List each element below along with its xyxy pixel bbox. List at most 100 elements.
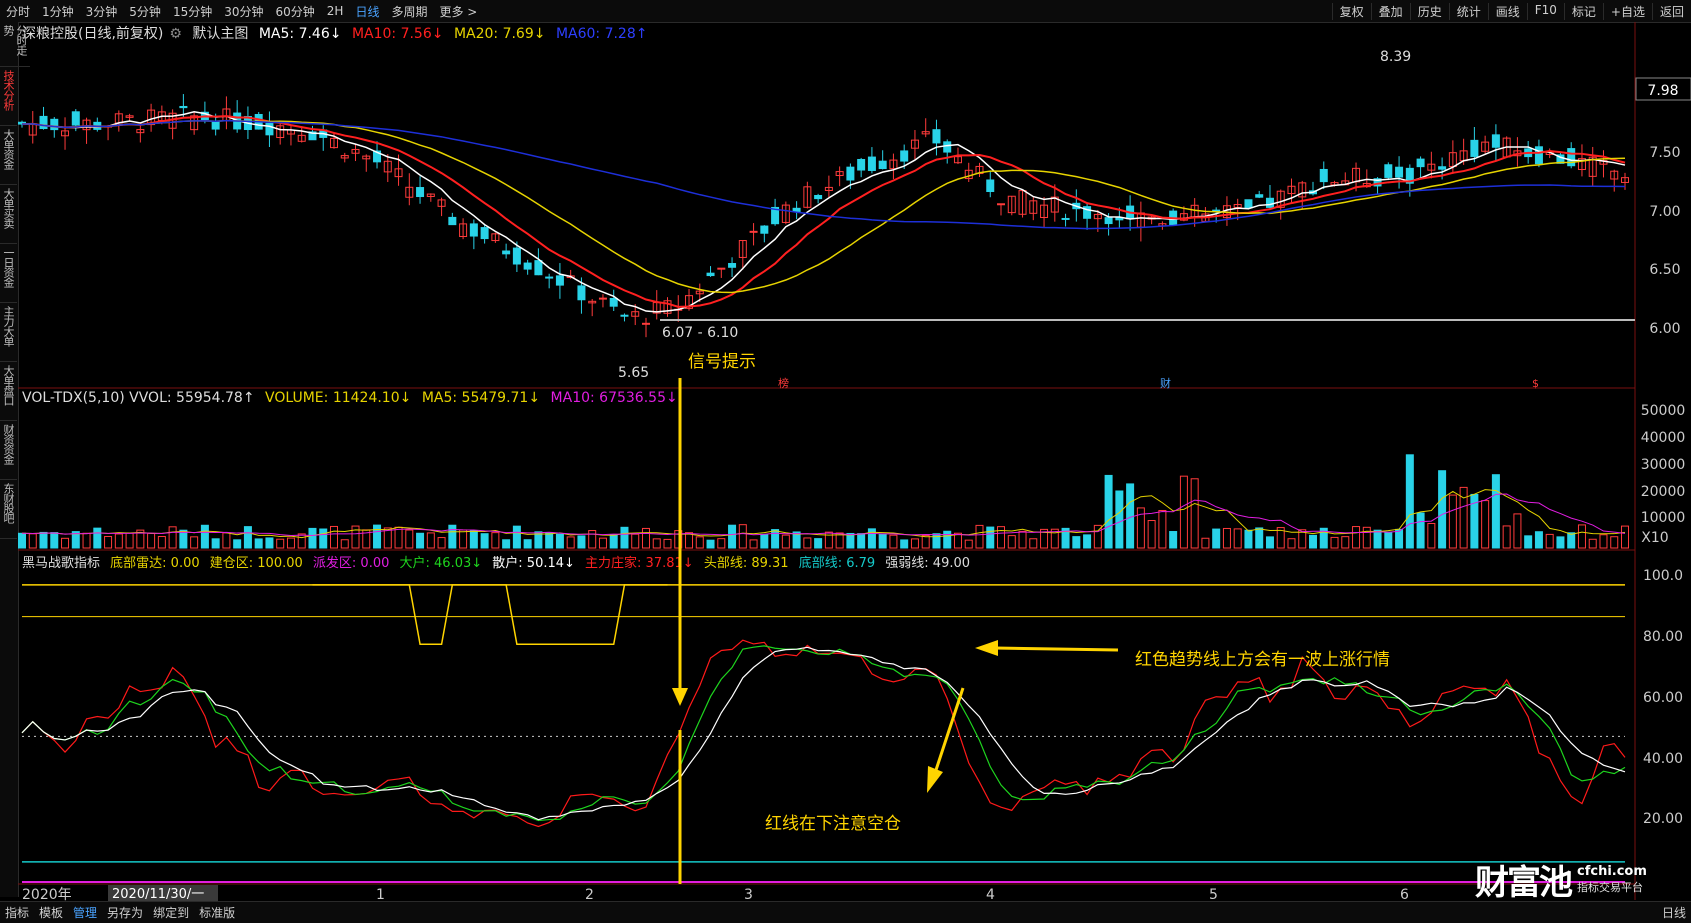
volume-bar [878, 533, 887, 549]
candle [706, 272, 715, 277]
candle [1491, 134, 1500, 148]
price-tick: 7.00 [1649, 204, 1680, 220]
candle [792, 207, 801, 212]
volume-bar [857, 533, 866, 549]
candle [1384, 164, 1393, 178]
volume-bar [1556, 536, 1565, 549]
candle [1470, 139, 1479, 157]
candle [749, 230, 758, 233]
price-axis: 7.50 7.00 6.50 6.00 7.98 [1635, 77, 1691, 337]
volume-bar [1029, 538, 1038, 549]
volume-bar [1147, 520, 1156, 549]
volume-bar [749, 539, 758, 549]
volume-bar [1534, 531, 1543, 549]
candle [179, 105, 188, 109]
volume-bar [276, 538, 285, 549]
candle [512, 247, 521, 265]
chart-canvas[interactable]: 7.50 7.00 6.50 6.00 7.98 50000 40000 300… [0, 0, 1691, 922]
candle [1395, 166, 1404, 178]
volume-bar [104, 535, 113, 549]
volume-bar [771, 529, 780, 549]
tab-indicator[interactable]: 指标 [0, 904, 34, 921]
volume-bar [480, 533, 489, 549]
tab-bind[interactable]: 绑定到 [148, 904, 194, 921]
volume-bar [426, 532, 435, 549]
volume-bar [405, 529, 414, 549]
cursor-date: 2020/11/30/一 [112, 887, 204, 902]
volume-bar [222, 532, 231, 549]
volume-bar [932, 533, 941, 549]
volume-bar [706, 539, 715, 549]
candle [609, 297, 618, 307]
volume-bar [1373, 529, 1382, 549]
volume-bar [1427, 522, 1436, 549]
tab-saveas[interactable]: 另存为 [102, 904, 148, 921]
volume-bar [1513, 513, 1522, 549]
volume-bar [297, 533, 306, 549]
volume-bar [1233, 528, 1242, 549]
candle [717, 267, 726, 270]
volume-bar [1599, 534, 1608, 549]
volume-bar [986, 526, 995, 549]
candle [620, 314, 629, 317]
volume-bar [82, 532, 91, 549]
volume-bar [469, 530, 478, 549]
candle [534, 260, 543, 276]
watermark-logo: 财富池 cfchi.com 指标交易平台 [1475, 855, 1647, 904]
volume-bar [1265, 536, 1274, 549]
brand: 财富池 [1475, 863, 1573, 903]
candle [857, 158, 866, 171]
volume-bar [93, 527, 102, 549]
volume-bar [523, 539, 532, 549]
warn-arrow [927, 687, 965, 793]
volume-bar [1072, 536, 1081, 549]
volume-bar [190, 536, 199, 549]
volume-bar [997, 526, 1006, 549]
vol-tick: 20000 [1641, 484, 1686, 500]
tab-standard[interactable]: 标准版 [194, 904, 240, 921]
volume-bar [964, 539, 973, 549]
volume-bar [1018, 530, 1027, 549]
candle [986, 179, 995, 193]
volume-bar [319, 528, 328, 549]
candle [1438, 166, 1447, 170]
volume-bar [351, 525, 360, 549]
volume-bar [1621, 525, 1629, 549]
volume-bar [814, 538, 823, 549]
volume-bar [631, 533, 640, 549]
volume-bar [1384, 531, 1393, 549]
high-label: 8.39 [1380, 49, 1411, 65]
volume-bar [1179, 475, 1188, 549]
volume-bar [975, 524, 984, 549]
volume-bar [1169, 531, 1178, 549]
ma10-line [21, 115, 1626, 308]
candle [545, 276, 554, 279]
volume-bar [50, 532, 59, 549]
volume-bar [1190, 478, 1199, 549]
volume-bar [620, 526, 629, 549]
volume-bar [286, 537, 295, 549]
volume-bar [1610, 536, 1619, 549]
volume-bar [1567, 532, 1576, 549]
candle [814, 194, 823, 200]
candle [1265, 197, 1274, 208]
indicator-pane [21, 584, 1626, 883]
vol-tick: 40000 [1641, 430, 1686, 446]
volume-bar [1115, 490, 1124, 549]
low-label: 5.65 [618, 365, 649, 381]
ma20-line [21, 119, 1626, 294]
ind-axis: 100.0 80.00 60.00 40.00 20.00 [1643, 568, 1683, 827]
candle [900, 150, 909, 162]
candle [878, 160, 887, 170]
volume-bar [265, 537, 274, 549]
volume-bar [953, 532, 962, 549]
tab-manage[interactable]: 管理 [68, 904, 102, 921]
candle [867, 156, 876, 171]
candle [523, 262, 532, 270]
tab-template[interactable]: 模板 [34, 904, 68, 921]
volume-bar [1405, 454, 1414, 549]
volume-bar [1309, 534, 1318, 549]
candle [943, 141, 952, 153]
volume-bar [18, 532, 26, 549]
volume-bar [1588, 538, 1597, 549]
